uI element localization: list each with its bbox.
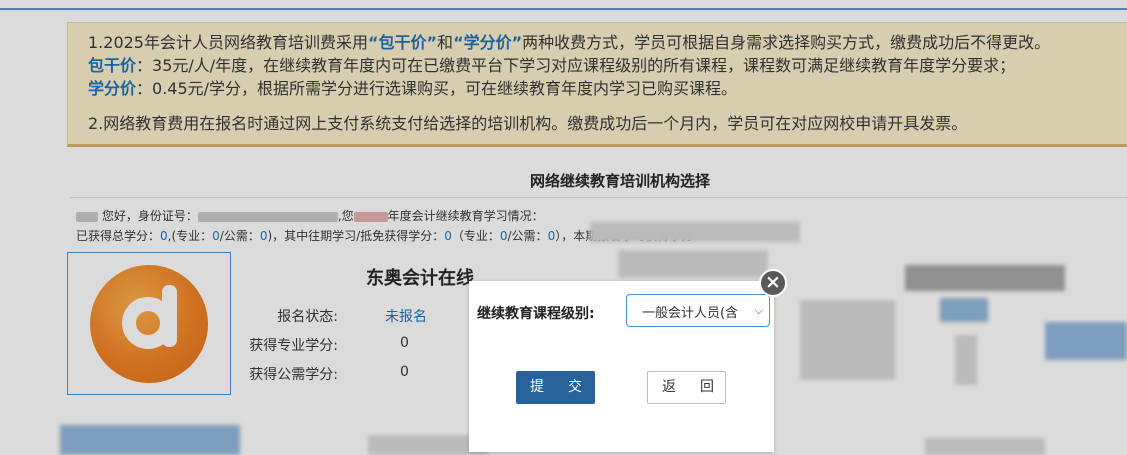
chevron-down-icon: ⌵ <box>754 304 763 317</box>
course-level-label: 继续教育课程级别: <box>477 306 595 322</box>
course-level-selected: 一般会计人员(含 <box>642 306 739 321</box>
back-button[interactable]: 返回 <box>647 371 726 404</box>
course-level-select[interactable]: 一般会计人员(含 ⌵ <box>626 294 770 327</box>
submit-button[interactable]: 提交 <box>516 371 595 404</box>
course-level-dialog: 继续教育课程级别: 一般会计人员(含 ⌵ 提交 返回 <box>469 281 774 452</box>
close-icon[interactable]: × <box>759 269 787 297</box>
